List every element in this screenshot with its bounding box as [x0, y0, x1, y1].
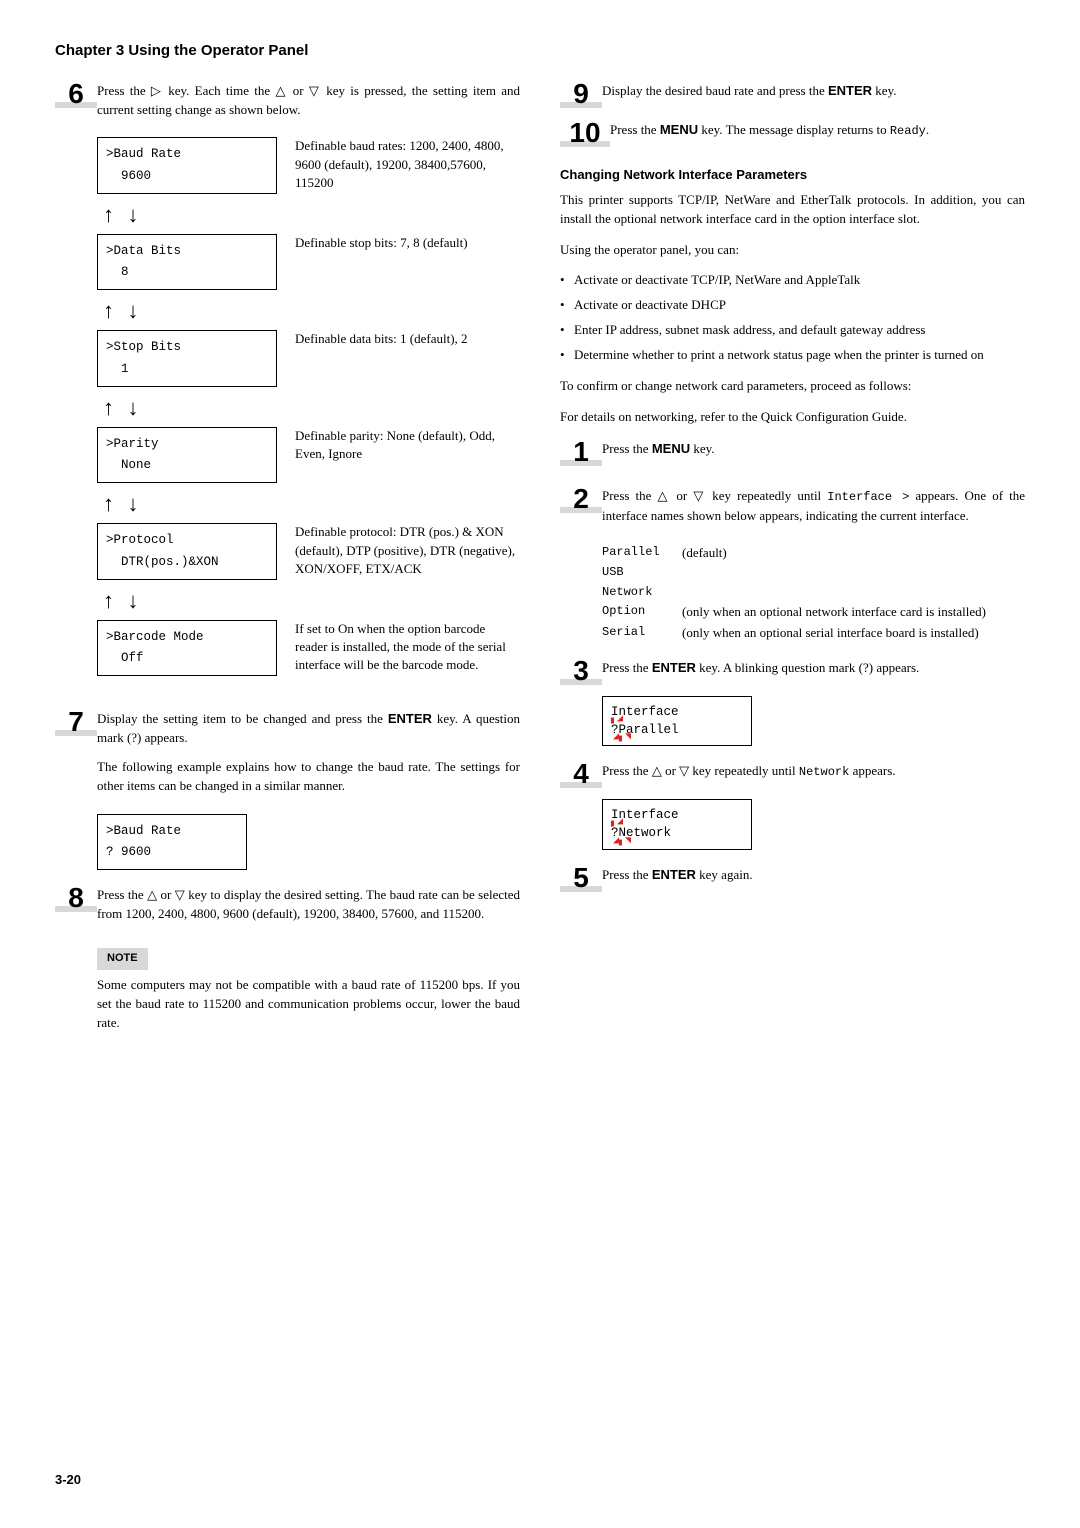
step-4: 4 Press the △ or ▽ key repeatedly until … [560, 760, 1025, 791]
arrow-icon: ↑ ↓ [103, 397, 520, 419]
step-3: 3 Press the ENTER key. A blinking questi… [560, 657, 1025, 688]
arrow-icon: ↑ ↓ [103, 204, 520, 226]
list-item: Parallel(default) [602, 544, 1025, 563]
list-item: Determine whether to print a network sta… [560, 346, 1025, 365]
param-barcode: >Barcode Mode Off If set to On when the … [97, 620, 520, 681]
blink-indicator-icon: ▖◢ [611, 818, 623, 828]
step-text: Press the MENU key. The message display … [610, 121, 1025, 140]
step-number: 2 [573, 485, 589, 513]
step-text: Display the desired baud rate and press … [602, 82, 1025, 101]
chapter-heading: Chapter 3 Using the Operator Panel [55, 40, 1025, 62]
lcd-display: >Stop Bits 1 [97, 330, 277, 387]
blink-indicator-icon: ◢▖◥ [613, 733, 631, 743]
step-number: 9 [573, 80, 589, 108]
step-text: The following example explains how to ch… [97, 758, 520, 796]
param-protocol: >Protocol DTR(pos.)&XON Definable protoc… [97, 523, 520, 584]
paragraph: Using the operator panel, you can: [560, 241, 1025, 260]
param-description: Definable stop bits: 7, 8 (default) [295, 234, 520, 252]
list-item: USB [602, 564, 1025, 581]
step-number: 10 [569, 119, 600, 147]
paragraph: This printer supports TCP/IP, NetWare an… [560, 191, 1025, 229]
lcd-display: Interface ▖◢ ?Network ◢▖◥ [602, 799, 752, 849]
param-parity: >Parity None Definable parity: None (def… [97, 427, 520, 488]
paragraph: For details on networking, refer to the … [560, 408, 1025, 427]
step-1: 1 Press the MENU key. [560, 438, 1025, 469]
note-block: NOTE Some computers may not be compatibl… [97, 942, 520, 1032]
lcd-display: >Data Bits 8 [97, 234, 277, 291]
param-description: Definable parity: None (default), Odd, E… [295, 427, 520, 463]
page-number: 3-20 [55, 1471, 81, 1490]
lcd-display: >Protocol DTR(pos.)&XON [97, 523, 277, 580]
step-text: Press the △ or ▽ key repeatedly until Ne… [602, 762, 1025, 781]
step-text: Display the setting item to be changed a… [97, 710, 520, 748]
param-baud-rate: >Baud Rate 9600 Definable baud rates: 12… [97, 137, 520, 198]
step-7: 7 Display the setting item to be changed… [55, 708, 520, 805]
list-item: Serial(only when an optional serial inte… [602, 624, 1025, 643]
lcd-display: >Parity None [97, 427, 277, 484]
step-number: 8 [68, 884, 84, 912]
step-text: Press the △ or ▽ key repeatedly until In… [602, 487, 1025, 525]
list-item: Activate or deactivate DHCP [560, 296, 1025, 315]
list-item: Activate or deactivate TCP/IP, NetWare a… [560, 271, 1025, 290]
interface-list: Parallel(default) USB Network Option(onl… [602, 544, 1025, 643]
step-text: Press the ▷ key. Each time the △ or ▽ ke… [97, 82, 520, 120]
step-6: 6 Press the ▷ key. Each time the △ or ▽ … [55, 80, 520, 130]
step-5: 5 Press the ENTER key again. [560, 864, 1025, 895]
two-column-layout: 6 Press the ▷ key. Each time the △ or ▽ … [55, 80, 1025, 1045]
step-10: 10 Press the MENU key. The message displ… [560, 119, 1025, 150]
step-number: 3 [573, 657, 589, 685]
step-number: 5 [573, 864, 589, 892]
step-9: 9 Display the desired baud rate and pres… [560, 80, 1025, 111]
blink-indicator-icon: ◢▖◥ [613, 837, 631, 847]
arrow-icon: ↑ ↓ [103, 493, 520, 515]
step-number: 6 [68, 80, 84, 108]
example-box: >Baud Rate ? 9600 [97, 814, 520, 871]
param-description: Definable baud rates: 1200, 2400, 4800, … [295, 137, 520, 192]
param-description: Definable data bits: 1 (default), 2 [295, 330, 520, 348]
list-item: Option(only when an optional network int… [602, 603, 1025, 622]
step-text: Press the ENTER key again. [602, 866, 1025, 885]
param-description: If set to On when the option barcode rea… [295, 620, 520, 675]
lcd-display: Interface ▖◢ ?Parallel ◢▖◥ [602, 696, 752, 746]
list-item: Network [602, 584, 1025, 601]
step-8: 8 Press the △ or ▽ key to display the de… [55, 884, 520, 934]
step-text: Press the ENTER key. A blinking question… [602, 659, 1025, 678]
param-description: Definable protocol: DTR (pos.) & XON (de… [295, 523, 520, 578]
step-text: Press the △ or ▽ key to display the desi… [97, 886, 520, 924]
step-text: Press the MENU key. [602, 440, 1025, 459]
section-heading: Changing Network Interface Parameters [560, 166, 1025, 185]
param-stop-bits: >Stop Bits 1 Definable data bits: 1 (def… [97, 330, 520, 391]
left-column: 6 Press the ▷ key. Each time the △ or ▽ … [55, 80, 520, 1045]
blink-indicator-icon: ▖◢ [611, 715, 623, 725]
step-2: 2 Press the △ or ▽ key repeatedly until … [560, 485, 1025, 535]
lcd-display: >Baud Rate 9600 [97, 137, 277, 194]
step-number: 7 [68, 708, 84, 736]
example-box: Interface ▖◢ ?Parallel ◢▖◥ [602, 696, 1025, 746]
step-number: 1 [573, 438, 589, 466]
lcd-display: >Barcode Mode Off [97, 620, 277, 677]
arrow-icon: ↑ ↓ [103, 300, 520, 322]
paragraph: To confirm or change network card parame… [560, 377, 1025, 396]
lcd-display: >Baud Rate ? 9600 [97, 814, 247, 871]
example-box: Interface ▖◢ ?Network ◢▖◥ [602, 799, 1025, 849]
note-label: NOTE [97, 948, 148, 970]
list-item: Enter IP address, subnet mask address, a… [560, 321, 1025, 340]
step-number: 4 [573, 760, 589, 788]
note-text: Some computers may not be compatible wit… [97, 976, 520, 1033]
bullet-list: Activate or deactivate TCP/IP, NetWare a… [560, 271, 1025, 364]
param-data-bits: >Data Bits 8 Definable stop bits: 7, 8 (… [97, 234, 520, 295]
right-column: 9 Display the desired baud rate and pres… [560, 80, 1025, 1045]
arrow-icon: ↑ ↓ [103, 590, 520, 612]
